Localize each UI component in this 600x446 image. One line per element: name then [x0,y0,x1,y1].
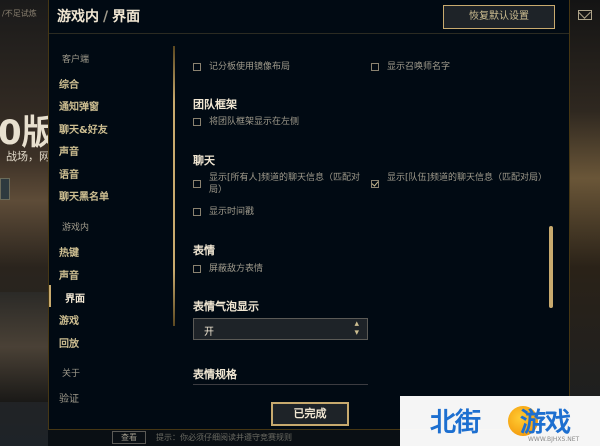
sidebar-group-ingame: 游戏内 [62,223,90,233]
mute-enemy-emotes-checkbox[interactable] [193,265,201,273]
sidebar-group-about: 关于 [62,369,81,379]
sidebar-item-chat-blacklist[interactable]: 聊天黑名单 [59,188,109,203]
sidebar-item-game[interactable]: 游戏 [59,312,79,327]
mute-enemy-emotes-label: 屏蔽敌方表情 [209,264,264,274]
watermark-url: WWW.BJHXS.NET [528,436,580,443]
content-divider [173,46,175,326]
background-sub-text: 战场，网 [6,150,48,163]
background-top-text: /不足试炼 [2,9,37,18]
emote-bubble-select[interactable]: 开 ▴ ▾ [193,318,368,340]
settings-modal: 游戏内 / 界面 恢复默认设置 客户端 综合 通知弹窗 聊天&好友 声音 语音 聊天… [48,0,570,430]
modal-header: 游戏内 / 界面 恢复默认设置 [49,0,569,34]
team-frame-title: 团队框架 [193,98,237,111]
mirror-scoreboard-checkbox[interactable] [193,63,201,71]
content-scrollbar[interactable] [549,226,553,308]
watermark-text-right: 游戏 [520,408,571,438]
chevron-updown-icon: ▴ ▾ [354,319,359,338]
breadcrumb-separator: / [103,9,109,25]
chat-all-label: 显示[所有人]频道的聊天信息（匹配对局） [209,173,361,195]
breadcrumb-section: 游戏内 [57,9,99,25]
background-banner-text: 0版 [0,113,48,153]
breadcrumb: 游戏内 / 界面 [57,6,140,26]
team-frame-left-checkbox[interactable] [193,118,201,126]
chat-team-checkbox[interactable] [371,180,379,188]
sidebar-item-hotkeys[interactable]: 热键 [59,244,79,259]
watermark-text-left: 北街 [430,408,481,438]
background-client-left: /不足试炼 0版 战场，网 [0,0,48,446]
sidebar-item-notifications[interactable]: 通知弹窗 [59,98,99,113]
sidebar-item-sound-client[interactable]: 声音 [59,143,79,158]
settings-sidebar: 客户端 综合 通知弹窗 聊天&好友 声音 语音 聊天黑名单 游戏内 热键 声音 … [49,40,169,420]
background-view-button: 查看 [112,431,146,444]
mail-icon[interactable] [578,10,592,20]
sidebar-item-interface[interactable]: 界面 [65,290,85,305]
emote-bubble-value: 开 [204,327,214,338]
breadcrumb-page: 界面 [112,9,141,25]
background-bottom-text: 提示：你必须仔细阅读并遵守竞赛规则 [156,433,292,442]
show-summoner-names-label: 显示召唤师名字 [387,62,451,72]
chat-team-label: 显示[队伍]频道的聊天信息（匹配对局） [387,173,548,183]
sidebar-item-verify[interactable]: 验证 [59,390,79,405]
emote-size-title: 表情规格 [193,368,237,381]
background-client-right [570,0,600,446]
sidebar-item-chat-friends[interactable]: 聊天&好友 [59,121,108,136]
team-frame-left-label: 将团队框架显示在左侧 [209,117,300,127]
sidebar-active-indicator [49,285,51,307]
restore-defaults-button[interactable]: 恢复默认设置 [443,5,555,29]
mirror-scoreboard-label: 记分板使用镜像布局 [209,62,291,72]
sidebar-item-replay[interactable]: 回放 [59,335,79,350]
watermark: 北街 游戏 WWW.BJHXS.NET [400,396,600,446]
chat-timestamp-checkbox[interactable] [193,208,201,216]
emotes-title: 表情 [193,244,215,257]
sidebar-group-client: 客户端 [62,55,90,65]
sidebar-item-sound-ingame[interactable]: 声音 [59,267,79,282]
background-portrait [0,292,48,402]
chat-timestamp-label: 显示时间戳 [209,207,255,217]
emote-size-select[interactable] [193,384,368,394]
chat-title: 聊天 [193,154,215,167]
background-button [0,178,10,200]
show-summoner-names-checkbox[interactable] [371,63,379,71]
sidebar-item-general[interactable]: 综合 [59,76,79,91]
chat-all-checkbox[interactable] [193,180,201,188]
sidebar-item-voice[interactable]: 语音 [59,166,79,181]
done-button[interactable]: 已完成 [271,402,349,426]
emote-bubble-title: 表情气泡显示 [193,300,259,313]
